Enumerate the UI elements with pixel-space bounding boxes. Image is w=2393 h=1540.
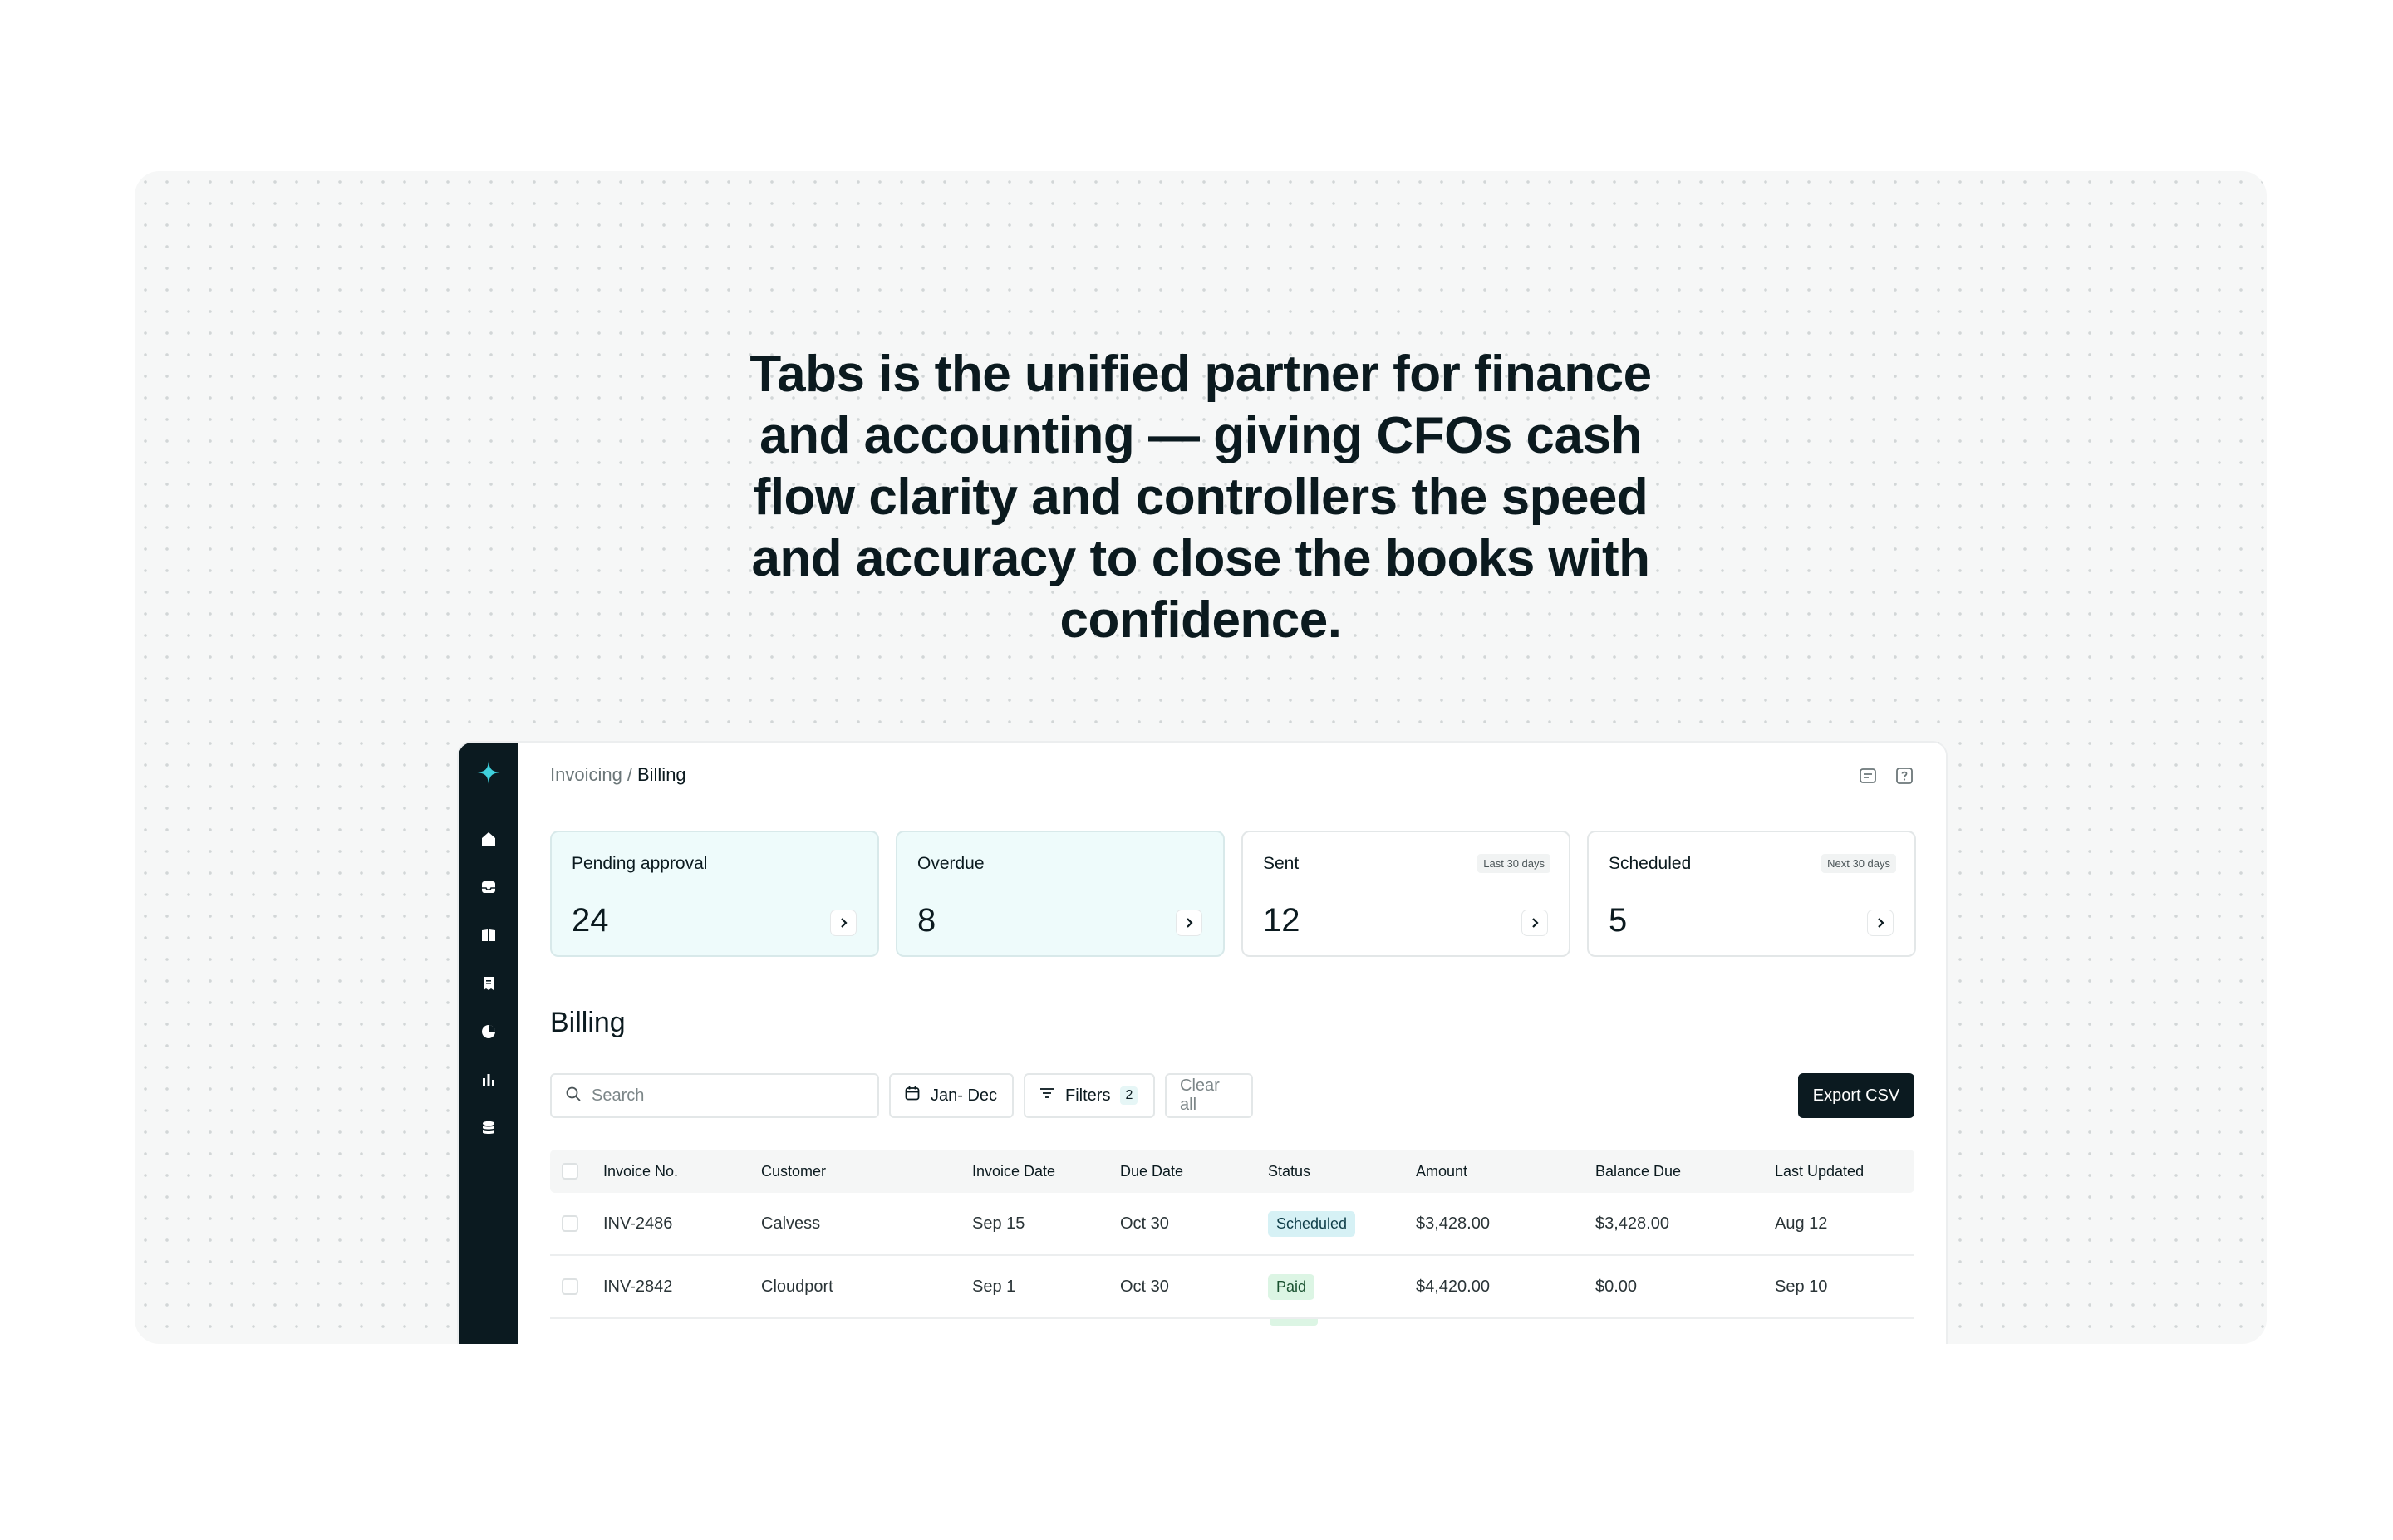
row-checkbox[interactable] [562,1215,578,1232]
chevron-right-icon[interactable] [1522,910,1547,935]
last-updated: Sep 10 [1775,1277,1828,1296]
sparkle-icon[interactable] [474,758,504,787]
date-range-label: Jan- Dec [931,1086,998,1105]
invoice-number: INV-2842 [603,1277,673,1296]
amount: $3,428.00 [1416,1214,1490,1233]
billing-table: Invoice No. Customer Invoice Date Due Da… [550,1150,1914,1344]
home-icon[interactable] [479,829,499,849]
stat-cards: Pending approval 24 Overdue 8 Sent Last … [550,831,1916,957]
column-header-last-updated[interactable]: Last Updated [1775,1150,1864,1193]
row-select-cell [562,1256,578,1317]
balance-due: $3,428.00 [1595,1214,1669,1233]
section-title: Billing [550,1007,626,1038]
stat-value: 8 [917,902,936,939]
customer-name: Cloudport [761,1277,833,1296]
top-icons [1858,766,1914,786]
table-row[interactable]: INV-2842 Cloudport Sep 1 Oct 30 Paid $4,… [550,1256,1914,1319]
last-updated: Aug 12 [1775,1214,1828,1233]
table-toolbar: Jan- Dec Filters 2 Clear all Export CSV [550,1073,1914,1118]
stat-value: 12 [1263,902,1300,939]
chevron-right-icon[interactable] [1868,910,1893,935]
search-icon [565,1086,582,1106]
invoice-date: Sep 1 [972,1277,1016,1296]
database-icon[interactable] [479,1118,499,1138]
stat-label: Scheduled [1609,854,1692,873]
calendar-icon [904,1085,921,1106]
headline: Tabs is the unified partner for finance … [749,346,1652,649]
status-badge: Paid [1268,1273,1315,1300]
column-header-amount[interactable]: Amount [1416,1150,1467,1193]
chevron-right-icon[interactable] [831,910,856,935]
row-checkbox[interactable] [562,1278,578,1295]
sidebar [459,743,518,1344]
filter-icon [1039,1085,1055,1106]
due-date: Oct 30 [1120,1277,1169,1296]
book-icon[interactable] [479,925,499,945]
table-row[interactable]: INV-2486 Calvess Sep 15 Oct 30 Scheduled… [550,1193,1914,1256]
column-header-status[interactable]: Status [1268,1150,1310,1193]
stat-period-badge: Last 30 days [1477,854,1550,873]
clear-all-button[interactable]: Clear all [1165,1073,1253,1118]
status-cell: Paid [1268,1256,1315,1317]
filters-label: Filters [1065,1086,1111,1105]
column-header-customer[interactable]: Customer [761,1150,826,1193]
stat-label: Overdue [917,854,985,873]
stat-card-scheduled[interactable]: Scheduled Next 30 days 5 [1587,831,1916,957]
status-badge-peek [1270,1319,1318,1326]
stat-card-sent[interactable]: Sent Last 30 days 12 [1241,831,1570,957]
column-header-due-date[interactable]: Due Date [1120,1150,1183,1193]
pie-chart-icon[interactable] [479,1022,499,1042]
filters-count-badge: 2 [1120,1086,1138,1105]
row-select-cell [562,1193,578,1254]
breadcrumb: Invoicing / Billing [550,764,686,786]
invoice-number: INV-2486 [603,1214,673,1233]
receipt-icon[interactable] [479,974,499,993]
inbox-icon[interactable] [479,877,499,897]
status-badge: Scheduled [1268,1210,1356,1237]
help-icon[interactable] [1894,766,1914,786]
column-header-invoice-date[interactable]: Invoice Date [972,1150,1055,1193]
column-header-invoice-no[interactable]: Invoice No. [603,1150,678,1193]
table-row-partial [550,1319,1914,1344]
export-csv-button[interactable]: Export CSV [1798,1073,1914,1118]
stat-period-badge: Next 30 days [1821,854,1896,873]
chevron-right-icon[interactable] [1177,910,1201,935]
sidebar-toggle-icon[interactable] [1858,766,1878,786]
amount: $4,420.00 [1416,1277,1490,1296]
search-field[interactable] [550,1073,879,1118]
column-header-balance-due[interactable]: Balance Due [1595,1150,1681,1193]
search-input[interactable] [592,1086,857,1106]
stat-label: Sent [1263,854,1300,873]
main-content: Invoicing/Billing Pending approval 24 [518,743,1946,1344]
stat-card-pending-approval[interactable]: Pending approval 24 [550,831,879,957]
invoice-date: Sep 15 [972,1214,1025,1233]
table-header: Invoice No. Customer Invoice Date Due Da… [550,1150,1914,1193]
date-range-button[interactable]: Jan- Dec [889,1073,1014,1118]
stat-value: 5 [1609,902,1628,939]
bar-chart-icon[interactable] [479,1070,499,1090]
due-date: Oct 30 [1120,1214,1169,1233]
filters-button[interactable]: Filters 2 [1024,1073,1155,1118]
select-all-cell [562,1150,578,1193]
breadcrumb-current: Billing [636,764,686,785]
app-window: Invoicing/Billing Pending approval 24 [459,743,1946,1344]
hero-panel: Tabs is the unified partner for finance … [135,171,2267,1344]
select-all-checkbox[interactable] [562,1163,578,1180]
breadcrumb-parent[interactable]: Invoicing [550,764,622,785]
customer-name: Calvess [761,1214,821,1233]
stat-card-overdue[interactable]: Overdue 8 [896,831,1225,957]
stat-label: Pending approval [572,854,708,873]
breadcrumb-separator: / [627,764,632,785]
status-cell: Scheduled [1268,1193,1356,1254]
stat-value: 24 [572,902,609,939]
balance-due: $0.00 [1595,1277,1638,1296]
